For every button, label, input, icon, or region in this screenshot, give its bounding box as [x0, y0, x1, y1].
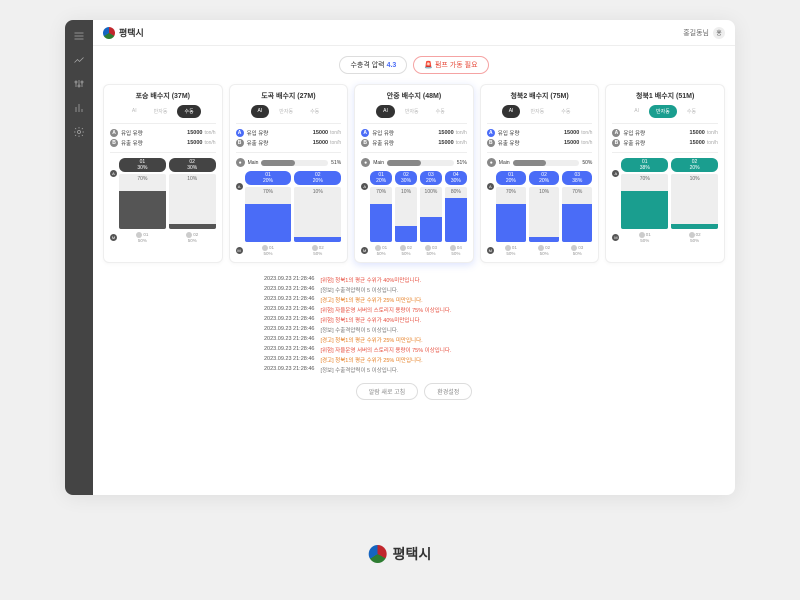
card-title: 안중 배수지 (48M): [361, 91, 467, 101]
tank-tag: 0230%: [169, 158, 216, 172]
reservoir-card[interactable]: 청북1 배수지 (51M)AI반자동수동 A유입 유량15000ton/h B유…: [605, 84, 725, 263]
tank: 0230% 10%: [169, 158, 216, 229]
mode-tab[interactable]: AI: [627, 105, 646, 118]
user-name: 홍길동님: [683, 28, 709, 38]
log-row: 2023.09.23 21:28:46[경고] 청북1의 평균 수위가 25% …: [264, 295, 564, 305]
status-pills: 수충격 압력 4.3 🚨 펌프 가동 필요: [93, 46, 735, 84]
tank: 0138% 70%: [621, 158, 668, 229]
footer-logo-icon: [369, 545, 387, 563]
reservoir-card[interactable]: 도곡 배수지 (27M)AI반자동수동 A유입 유량15000ton/h B유출…: [229, 84, 349, 263]
log-row: 2023.09.23 21:28:46[위험] 자율운영 서버의 스토리지 용량…: [264, 305, 564, 315]
tank-tag: 0220%: [294, 171, 341, 185]
mode-tab[interactable]: 반자동: [272, 105, 300, 118]
avatar: 홍: [713, 27, 725, 39]
tank-tag: 0230%: [395, 171, 417, 185]
log-row: 2023.09.23 21:28:46[위험] 자율운영 서버의 스토리지 용량…: [264, 345, 564, 355]
log-row: 2023.09.23 21:28:46[정보] 수출격압력이 5 이상입니다.: [264, 325, 564, 335]
pump-alert-pill[interactable]: 🚨 펌프 가동 필요: [413, 56, 488, 74]
mode-tab[interactable]: 수동: [177, 105, 200, 118]
tank-tag: 0220%: [529, 171, 559, 185]
tank: 0320% 100%: [420, 171, 442, 242]
log-row: 2023.09.23 21:28:46[정보] 수출격압력이 5 이상입니다.: [264, 285, 564, 295]
refresh-button[interactable]: 알람 새로 고침: [356, 383, 418, 400]
mode-tab[interactable]: AI: [251, 105, 270, 118]
tank: 0220% 10%: [294, 171, 341, 242]
mode-tab[interactable]: AI: [125, 105, 144, 118]
settings-button[interactable]: 환경설정: [424, 383, 472, 400]
settings-icon[interactable]: [73, 126, 85, 138]
logo: 평택시: [103, 26, 144, 39]
mode-tab[interactable]: 반자동: [147, 105, 175, 118]
card-title: 도곡 배수지 (27M): [236, 91, 342, 101]
tank: 0120% 70%: [245, 171, 292, 242]
mode-tab[interactable]: 반자동: [398, 105, 426, 118]
user-menu[interactable]: 홍길동님 홍: [683, 27, 725, 39]
tank-tag: 0430%: [445, 171, 467, 185]
alarm-log: 2023.09.23 21:28:46[위험] 청북1의 평균 수위가 40%미…: [264, 275, 564, 375]
tank-tag: 0120%: [370, 171, 392, 185]
log-row: 2023.09.23 21:28:46[위험] 청북1의 평균 수위가 40%미…: [264, 275, 564, 285]
logo-mark-icon: [103, 27, 115, 39]
log-row: 2023.09.23 21:28:46[위험] 청북1의 평균 수위가 40%미…: [264, 315, 564, 325]
tank: 0120% 70%: [496, 171, 526, 242]
mode-tab[interactable]: 수동: [429, 105, 452, 118]
tank-tag: 0120%: [496, 171, 526, 185]
mode-tab[interactable]: 수동: [303, 105, 326, 118]
reservoir-card[interactable]: 안중 배수지 (48M)AI반자동수동 A유입 유량15000ton/h B유출…: [354, 84, 474, 263]
tank: 0338% 70%: [562, 171, 592, 242]
reservoir-card[interactable]: 포승 배수지 (37M)AI반자동수동 A유입 유량15000ton/h B유출…: [103, 84, 223, 263]
tank: 0220% 10%: [529, 171, 559, 242]
control-icon[interactable]: [73, 78, 85, 90]
mode-tab[interactable]: 반자동: [523, 105, 551, 118]
log-row: 2023.09.23 21:28:46[경고] 청북1의 평균 수위가 25% …: [264, 335, 564, 345]
topbar: 평택시 홍길동님 홍: [93, 20, 735, 46]
dashboard-icon[interactable]: [73, 54, 85, 66]
mode-tab[interactable]: AI: [502, 105, 521, 118]
reservoir-card[interactable]: 청북2 배수지 (75M)AI반자동수동 A유입 유량15000ton/h B유…: [480, 84, 600, 263]
tank-tag: 0138%: [621, 158, 668, 172]
tank: 0130% 70%: [119, 158, 166, 229]
mode-tab[interactable]: 수동: [680, 105, 703, 118]
log-row: 2023.09.23 21:28:46[정보] 수출격압력이 5 이상입니다.: [264, 365, 564, 375]
tank: 0230% 10%: [395, 171, 417, 242]
tank: 0120% 70%: [370, 171, 392, 242]
card-title: 포승 배수지 (37M): [110, 91, 216, 101]
tank: 0220% 10%: [671, 158, 718, 229]
footer-logo: 평택시: [369, 544, 432, 564]
sidebar: [65, 20, 93, 495]
menu-icon[interactable]: [73, 30, 85, 42]
tank-tag: 0220%: [671, 158, 718, 172]
app-name: 평택시: [119, 26, 144, 39]
pressure-pill[interactable]: 수충격 압력 4.3: [339, 56, 407, 74]
tank-tag: 0130%: [119, 158, 166, 172]
tank-tag: 0338%: [562, 171, 592, 185]
mode-tab[interactable]: AI: [376, 105, 395, 118]
stats-icon[interactable]: [73, 102, 85, 114]
reservoir-cards: 포승 배수지 (37M)AI반자동수동 A유입 유량15000ton/h B유출…: [93, 84, 735, 263]
mode-tab[interactable]: 수동: [554, 105, 577, 118]
tank-tag: 0120%: [245, 171, 292, 185]
card-title: 청북1 배수지 (51M): [612, 91, 718, 101]
tank: 0430% 80%: [445, 171, 467, 242]
log-row: 2023.09.23 21:28:46[경고] 청북1의 평균 수위가 25% …: [264, 355, 564, 365]
tank-tag: 0320%: [420, 171, 442, 185]
card-title: 청북2 배수지 (75M): [487, 91, 593, 101]
mode-tab[interactable]: 반자동: [649, 105, 677, 118]
